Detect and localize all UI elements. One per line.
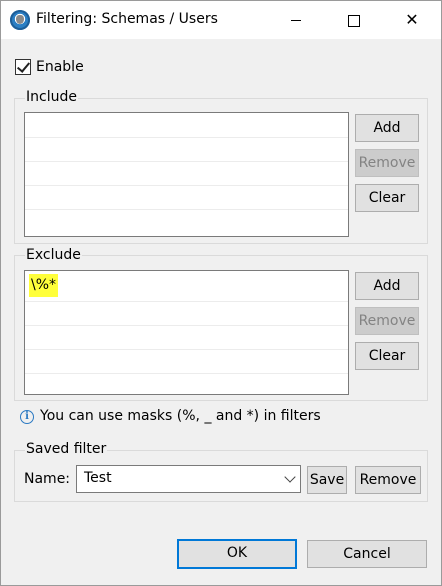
include-add-button[interactable]: Add [355, 114, 419, 142]
close-button[interactable]: ✕ [383, 1, 441, 39]
ok-button[interactable]: OK [177, 539, 297, 569]
mask-hint-text: You can use masks (%, _ and *) in filter… [40, 408, 321, 424]
list-item[interactable]: \%* [29, 274, 59, 297]
name-label: Name: [24, 471, 71, 487]
saved-filter-name-value: Test [84, 470, 112, 486]
remove-filter-button[interactable]: Remove [355, 466, 421, 494]
include-label: Include [25, 89, 78, 105]
window-title: Filtering: Schemas / Users [36, 11, 218, 27]
minimize-button[interactable] [267, 1, 325, 39]
include-remove-button[interactable]: Remove [355, 149, 419, 177]
cancel-button[interactable]: Cancel [307, 540, 427, 568]
exclude-remove-button[interactable]: Remove [355, 307, 419, 335]
include-list[interactable] [24, 112, 349, 237]
minimize-icon [291, 20, 301, 21]
app-icon [10, 10, 30, 30]
include-clear-button[interactable]: Clear [355, 184, 419, 212]
exclude-list[interactable]: \%* [24, 270, 349, 395]
saved-filter-name-combo[interactable]: Test [76, 465, 301, 493]
chevron-down-icon[interactable] [284, 471, 296, 483]
maximize-button[interactable] [325, 1, 383, 39]
maximize-icon [348, 14, 360, 27]
save-filter-button[interactable]: Save [307, 466, 347, 494]
info-icon: i [20, 410, 34, 424]
exclude-clear-button[interactable]: Clear [355, 342, 419, 370]
checkmark-icon [16, 59, 31, 73]
title-bar: Filtering: Schemas / Users ✕ [1, 1, 441, 39]
saved-filter-label: Saved filter [25, 441, 108, 457]
exclude-label: Exclude [25, 247, 82, 263]
enable-checkbox[interactable] [15, 59, 31, 75]
enable-label: Enable [36, 59, 84, 75]
close-icon: ✕ [405, 10, 419, 29]
exclude-add-button[interactable]: Add [355, 272, 419, 300]
filter-dialog: Filtering: Schemas / Users ✕ Enable Incl… [0, 0, 442, 586]
